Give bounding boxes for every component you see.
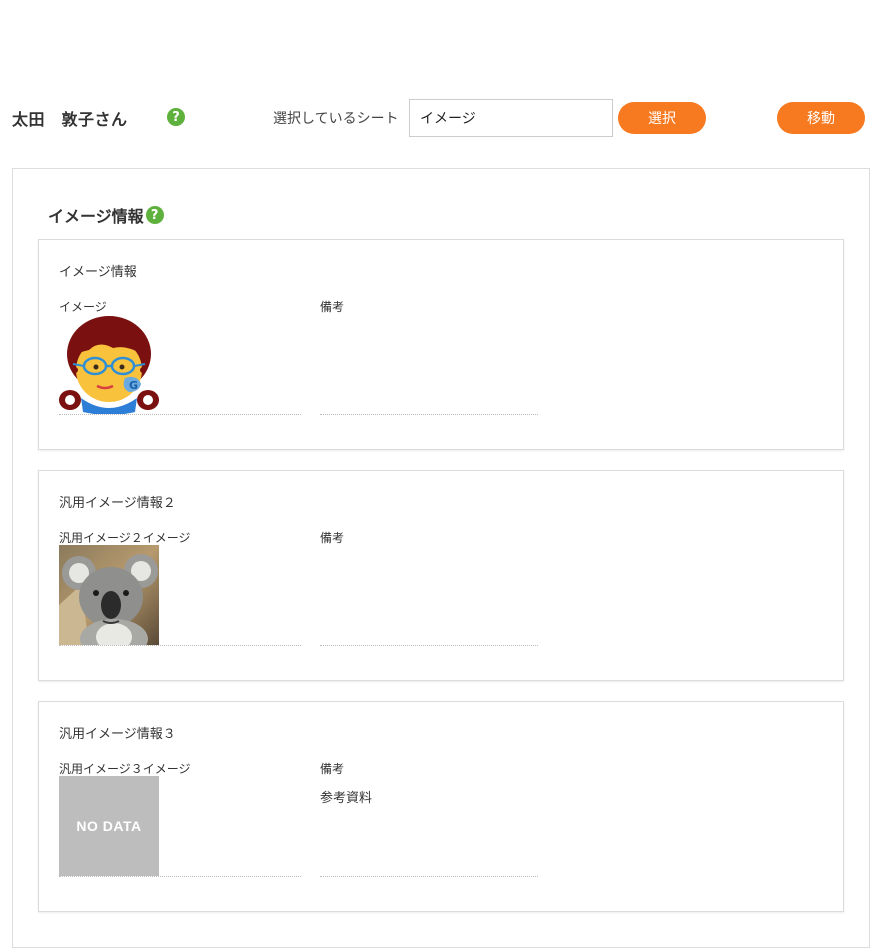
avatar-image: G xyxy=(59,314,159,414)
note-field-underline xyxy=(320,645,538,646)
image-label: 汎用イメージ３イメージ xyxy=(59,762,191,776)
help-icon[interactable]: ? xyxy=(167,108,185,126)
svg-text:G: G xyxy=(129,379,138,392)
image-label: イメージ xyxy=(59,300,107,314)
note-label: 備考 xyxy=(320,762,345,776)
section-title: イメージ情報 xyxy=(48,207,144,226)
generic-image-2-card: 汎用イメージ情報２ 汎用イメージ２イメージ 備考 xyxy=(38,470,844,681)
section-heading: イメージ情報 ? xyxy=(48,203,164,227)
card-title: 汎用イメージ情報２ xyxy=(59,496,176,511)
image-field-underline xyxy=(59,876,301,877)
image-field-underline xyxy=(59,645,301,646)
help-icon[interactable]: ? xyxy=(145,206,164,224)
image-field-underline xyxy=(59,414,301,415)
card-title: イメージ情報 xyxy=(59,265,137,280)
note-label: 備考 xyxy=(320,300,345,314)
move-button[interactable]: 移動 xyxy=(777,102,865,134)
note-field-underline xyxy=(320,876,538,877)
select-button[interactable]: 選択 xyxy=(618,102,706,134)
user-name: 太田 敦子さん xyxy=(12,110,128,129)
generic-image-3-card: 汎用イメージ情報３ 汎用イメージ３イメージ 備考 NO DATA 参考資料 xyxy=(38,701,844,912)
no-data-placeholder: NO DATA xyxy=(59,776,159,876)
no-data-text: NO DATA xyxy=(76,818,142,834)
card-title: 汎用イメージ情報３ xyxy=(59,727,176,742)
note-value: 参考資料 xyxy=(320,791,373,806)
image-label: 汎用イメージ２イメージ xyxy=(59,531,191,545)
koala-image xyxy=(59,545,159,645)
note-label: 備考 xyxy=(320,531,345,545)
image-info-card: イメージ情報 イメージ 備考 G xyxy=(38,239,844,450)
sheet-label: 選択しているシート xyxy=(273,111,399,127)
sheet-input[interactable] xyxy=(409,99,613,137)
note-field-underline xyxy=(320,414,538,415)
